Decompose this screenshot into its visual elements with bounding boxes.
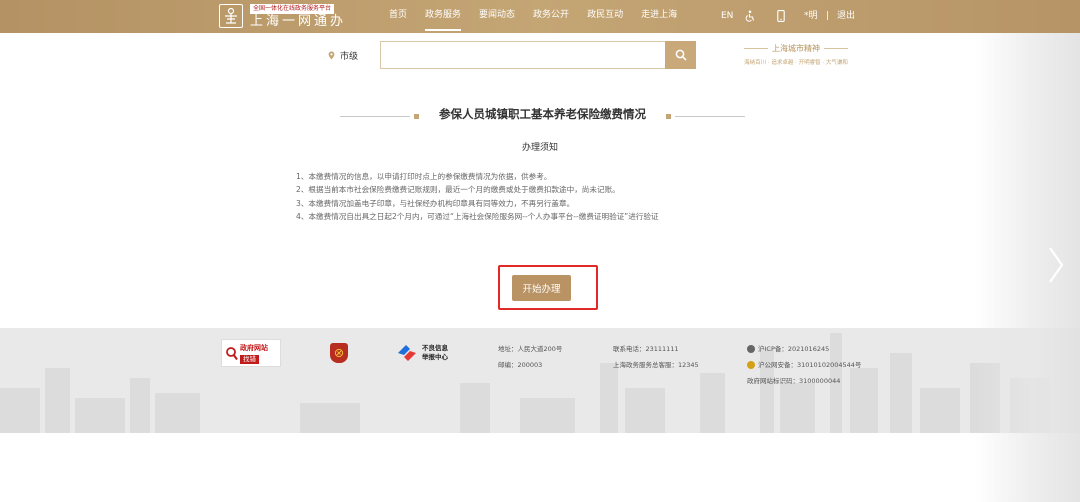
nav-news[interactable]: 要闻动态: [470, 0, 524, 33]
site-name[interactable]: 上海一网通办: [250, 14, 346, 30]
nav-separator: |: [826, 11, 830, 21]
report-center-line-2: 举报中心: [422, 353, 448, 361]
footer: 政府网站 找错 不良信息 举报中心 地址：人民大道200号 邮编：200003 …: [0, 328, 1080, 433]
nav-interaction[interactable]: 政民互动: [578, 0, 632, 33]
gov-badge-bottom-text: 找错: [240, 355, 259, 364]
nav-about-shanghai[interactable]: 走进上海: [632, 0, 686, 33]
mobile-icon[interactable]: [777, 10, 785, 23]
page-title-block: 参保人员城镇职工基本养老保险缴费情况: [340, 106, 745, 126]
gov-website-error-report-badge[interactable]: 政府网站 找错: [221, 339, 281, 367]
page-bottom-blank: [0, 433, 1080, 502]
magnifier-icon: [226, 347, 238, 361]
party-emblem-icon[interactable]: [330, 343, 348, 363]
notice-heading: 办理须知: [521, 143, 558, 153]
report-center-text: 不良信息 举报中心: [422, 344, 448, 362]
footer-hotline: 上海政务服务总客服：12345: [613, 361, 699, 369]
report-center-line-1: 不良信息: [422, 344, 448, 352]
footer-contact-column: 联系电话：23111111 上海政务服务总客服：12345: [613, 341, 699, 373]
nav-government-services[interactable]: 政务服务: [416, 0, 470, 33]
location-pin-icon: [328, 51, 335, 60]
police-badge-icon: [747, 361, 755, 369]
report-center-icon: [398, 345, 416, 361]
site-logo-icon[interactable]: [219, 4, 243, 28]
accessibility-icon[interactable]: [744, 10, 755, 23]
footer-phone: 联系电话：23111111: [613, 345, 679, 353]
platform-tagline: 全国一体化在线政务服务平台: [250, 4, 335, 14]
notice-item: 3、本缴费情况加盖电子印章，与社保经办机构印章具有同等效力，不再另行盖章。: [296, 198, 575, 208]
language-switch[interactable]: EN: [721, 0, 733, 33]
page-title: 参保人员城镇职工基本养老保险缴费情况: [439, 107, 646, 121]
footer-record-column: 沪ICP备：2021016245 沪公网安备：31010102004544号 政…: [747, 341, 861, 389]
footer-address: 地址：人民大道200号: [498, 345, 563, 353]
footer-police-text: 沪公网安备：31010102004544号: [758, 361, 862, 369]
footer-icp[interactable]: 沪ICP备：2021016245: [747, 341, 861, 357]
search-input[interactable]: [380, 41, 666, 69]
nav-government-affairs[interactable]: 政务公开: [524, 0, 578, 33]
notice-item: 1、本缴费情况的信息，以申请打印时点上的参保缴费情况为依据，供参考。: [296, 172, 552, 181]
footer-postcode: 邮编：200003: [498, 361, 543, 369]
notice-item: 4、本缴费情况自出具之日起2个月内，可通过“上海社会保险服务网--个人办事平台-…: [296, 211, 659, 221]
main-nav: 首页 政务服务 要闻动态 政务公开 政民互动 走进上海: [380, 0, 686, 33]
search-row: 市级 上海城市精神 海纳百川 · 追求卓越 · 开明睿智 · 大气谦和: [0, 33, 1080, 79]
footer-address-column: 地址：人民大道200号 邮编：200003: [498, 341, 562, 373]
city-selector[interactable]: 市级: [328, 49, 358, 62]
city-label: 市级: [340, 52, 359, 62]
top-bar: 全国一体化在线政务服务平台 上海一网通办 首页 政务服务 要闻动态 政务公开 政…: [0, 0, 1080, 33]
next-chevron-icon[interactable]: [1040, 240, 1070, 290]
user-name[interactable]: *明: [804, 0, 818, 33]
logout-link[interactable]: 退出: [837, 0, 855, 33]
gov-badge-top-text: 政府网站: [240, 344, 268, 352]
icp-icon: [747, 345, 755, 353]
city-spirit-title: 上海城市精神: [740, 43, 850, 54]
notice-list: 1、本缴费情况的信息，以申请打印时点上的参保缴费情况为依据，供参考。 2、根据当…: [296, 170, 659, 223]
nav-home[interactable]: 首页: [380, 0, 416, 33]
footer-icp-text: 沪ICP备：2021016245: [758, 345, 830, 353]
footer-site-code: 政府网站标识码：3100000044: [747, 377, 841, 385]
notice-item: 2、根据当前本市社会保险费缴费记账规则，最近一个月的缴费或处于缴费扣款途中，尚未…: [296, 185, 620, 195]
search-button[interactable]: [665, 41, 696, 69]
footer-police[interactable]: 沪公网安备：31010102004544号: [747, 357, 861, 373]
city-spirit-subtitle: 海纳百川 · 追求卓越 · 开明睿智 · 大气谦和: [744, 60, 848, 66]
search-icon: [675, 49, 687, 61]
start-processing-button[interactable]: 开始办理: [512, 275, 571, 301]
